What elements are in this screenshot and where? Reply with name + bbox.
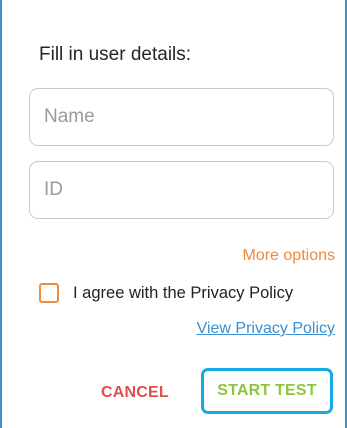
privacy-agree-row[interactable]: I agree with the Privacy Policy xyxy=(39,281,293,305)
dialog-title: Fill in user details: xyxy=(39,44,192,65)
cancel-button[interactable]: CANCEL xyxy=(101,384,169,402)
more-options-link[interactable]: More options xyxy=(243,247,336,265)
start-test-button[interactable]: START TEST xyxy=(201,368,333,414)
name-field-container[interactable] xyxy=(29,88,334,146)
user-details-dialog: Fill in user details: More options I agr… xyxy=(2,0,345,428)
id-input[interactable] xyxy=(30,162,333,218)
id-field-container[interactable] xyxy=(29,161,334,219)
privacy-checkbox[interactable] xyxy=(39,283,59,303)
privacy-checkbox-label[interactable]: I agree with the Privacy Policy xyxy=(73,284,293,303)
name-input[interactable] xyxy=(30,89,333,145)
view-privacy-policy-link[interactable]: View Privacy Policy xyxy=(197,320,335,338)
